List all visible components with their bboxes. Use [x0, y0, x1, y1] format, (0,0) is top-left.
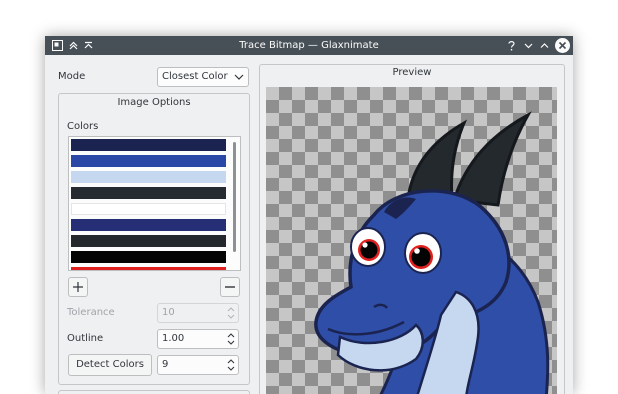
color-swatch[interactable] — [71, 139, 226, 151]
close-button[interactable] — [555, 38, 570, 53]
color-swatch[interactable] — [71, 235, 226, 247]
color-swatch[interactable] — [71, 219, 226, 231]
trace-bitmap-dialog: Trace Bitmap — Glaxnimate Mode Closest C… — [45, 36, 573, 394]
chevron-down-icon — [234, 74, 244, 80]
outline-spinbox[interactable]: 1.00 — [157, 329, 239, 349]
plus-icon — [73, 282, 83, 292]
remove-color-button[interactable] — [220, 277, 240, 297]
detect-colors-button[interactable]: Detect Colors — [68, 354, 152, 376]
title-bar: Trace Bitmap — Glaxnimate — [45, 36, 573, 55]
help-icon[interactable] — [505, 39, 518, 52]
color-swatch[interactable] — [71, 267, 226, 270]
dragon-preview-image — [314, 111, 550, 394]
preview-canvas — [266, 87, 557, 394]
preview-title: Preview — [392, 67, 432, 78]
window-title: Trace Bitmap — Glaxnimate — [239, 40, 379, 51]
spin-arrows-icon — [227, 307, 235, 319]
image-options-title: Image Options — [117, 97, 191, 108]
lower-group — [58, 390, 250, 394]
detect-count-spinbox[interactable]: 9 — [157, 355, 239, 375]
spin-arrows-icon — [227, 333, 235, 345]
colors-label: Colors — [67, 121, 99, 132]
scrollbar-thumb[interactable] — [233, 142, 236, 252]
maximize-icon[interactable] — [538, 39, 551, 52]
add-color-button[interactable] — [68, 277, 88, 297]
color-swatch[interactable] — [71, 155, 226, 167]
minimize-icon[interactable] — [522, 39, 535, 52]
minus-icon — [225, 286, 235, 288]
color-swatch[interactable] — [71, 203, 226, 215]
close-icon — [558, 41, 567, 50]
detect-count-value: 9 — [162, 359, 169, 370]
color-swatch[interactable] — [71, 171, 226, 183]
mode-value: Closest Color — [162, 71, 228, 82]
mode-combobox[interactable]: Closest Color — [157, 67, 249, 87]
color-swatch[interactable] — [71, 251, 226, 263]
color-swatch[interactable] — [71, 187, 226, 199]
outline-label: Outline — [67, 333, 104, 344]
outline-value: 1.00 — [162, 333, 185, 344]
tolerance-label: Tolerance — [67, 307, 115, 318]
mode-label: Mode — [58, 71, 86, 82]
spin-arrows-icon — [227, 359, 235, 371]
tolerance-value: 10 — [162, 307, 175, 318]
tolerance-spinbox[interactable]: 10 — [157, 303, 239, 323]
color-list[interactable] — [68, 136, 241, 271]
